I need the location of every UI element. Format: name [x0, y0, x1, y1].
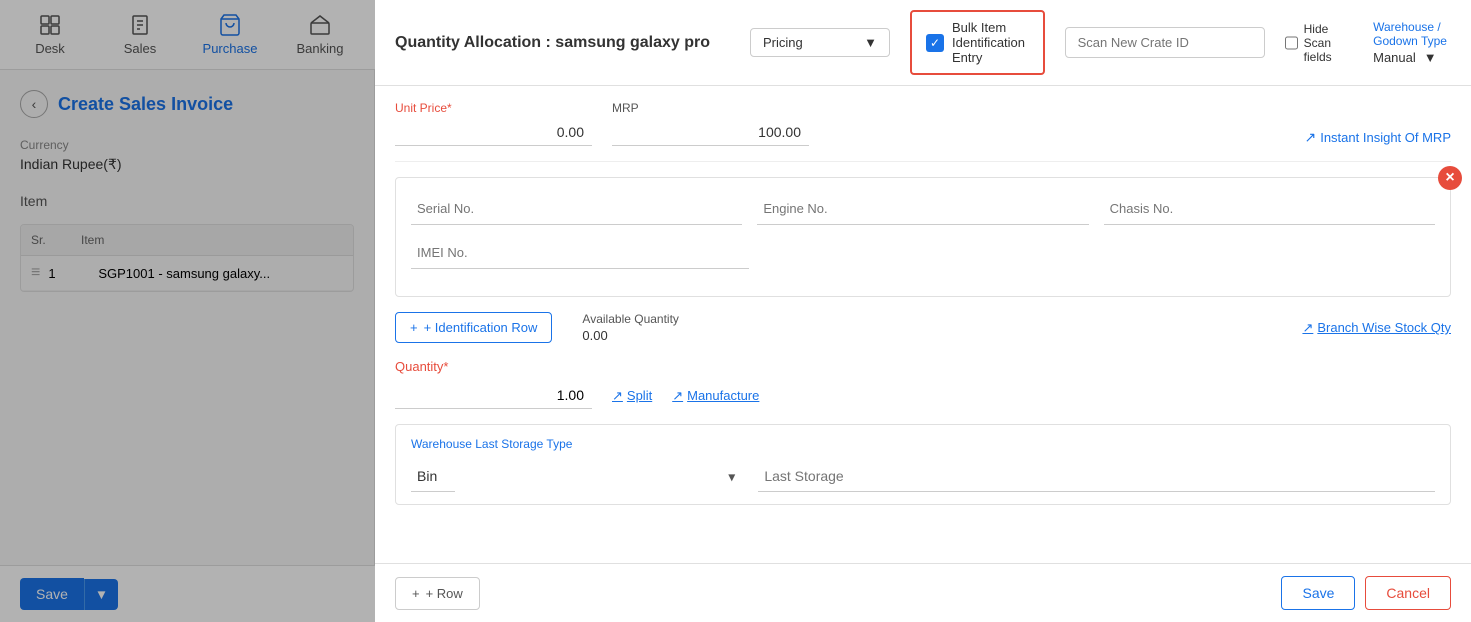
mrp-label: MRP — [612, 101, 809, 115]
serial-no-input[interactable] — [411, 193, 742, 225]
identification-area: × — [395, 177, 1451, 297]
warehouse-storage-title: Warehouse Last Storage Type — [411, 437, 1435, 451]
external-link-icon: ↗ — [1304, 129, 1316, 146]
imei-no-input[interactable] — [411, 237, 749, 269]
warehouse-link[interactable]: Warehouse / Godown Type — [1373, 20, 1451, 48]
manufacture-external-icon: ↗ — [672, 388, 683, 404]
plus-id-icon: + — [410, 320, 418, 335]
unit-price-input[interactable] — [395, 119, 592, 146]
mrp-group: MRP — [612, 101, 809, 146]
pricing-chevron-icon: ▼ — [864, 35, 877, 50]
bin-select[interactable]: Bin Rack Row Shelf — [411, 461, 455, 492]
price-row: Unit Price* MRP ↗ Instant Insight Of MRP — [395, 86, 1451, 162]
bin-select-wrapper: Bin Rack Row Shelf — [411, 461, 743, 492]
bulk-checkbox[interactable]: ✓ — [926, 34, 944, 52]
cancel-button[interactable]: Cancel — [1365, 576, 1451, 610]
quantity-allocation-modal: Quantity Allocation : samsung galaxy pro… — [375, 0, 1471, 622]
modal-title: Quantity Allocation : samsung galaxy pro — [395, 34, 710, 52]
quantity-section: Quantity* ↗ Split ↗ Manufacture — [395, 358, 1451, 409]
hide-scan-checkbox[interactable] — [1285, 35, 1298, 51]
quantity-input-row: ↗ Split ↗ Manufacture — [395, 382, 1451, 409]
hide-scan-label: Hide Scan fields — [1304, 22, 1343, 64]
mrp-input[interactable] — [612, 119, 809, 146]
warehouse-dropdown[interactable]: Manual ▼ — [1373, 50, 1451, 65]
engine-no-input[interactable] — [757, 193, 1088, 225]
external-branch-icon: ↗ — [1302, 320, 1313, 336]
manufacture-link[interactable]: ↗ Manufacture — [672, 388, 759, 404]
split-link[interactable]: ↗ Split — [612, 388, 652, 404]
quantity-label: Quantity* — [395, 359, 448, 374]
footer-actions: Save Cancel — [1281, 576, 1451, 610]
chasis-no-input[interactable] — [1104, 193, 1435, 225]
add-identification-row-button[interactable]: + + Identification Row — [395, 312, 552, 343]
save-button[interactable]: Save — [1281, 576, 1355, 610]
id-fields-row-2 — [411, 237, 1435, 269]
pricing-dropdown[interactable]: Pricing ▼ — [750, 28, 890, 57]
id-fields-row — [411, 193, 1435, 225]
bulk-identification-area: ✓ Bulk Item Identification Entry — [910, 10, 1045, 75]
available-qty-label: Available Quantity — [582, 312, 679, 326]
pricing-label: Pricing — [763, 35, 803, 50]
available-qty-value: 0.00 — [582, 328, 679, 343]
plus-row-icon: + — [412, 586, 420, 601]
modal-footer: + + Row Save Cancel — [375, 563, 1471, 622]
modal-overlay: Quantity Allocation : samsung galaxy pro… — [0, 0, 1471, 622]
last-storage-input[interactable] — [758, 461, 1435, 492]
warehouse-godown-section: Warehouse / Godown Type Manual ▼ — [1373, 20, 1451, 65]
modal-top-bar: Quantity Allocation : samsung galaxy pro… — [375, 0, 1471, 86]
warehouse-value: Manual — [1373, 50, 1416, 65]
bulk-label: Bulk Item Identification Entry — [952, 20, 1029, 65]
instant-insight-link[interactable]: ↗ Instant Insight Of MRP — [1304, 129, 1451, 146]
warehouse-chevron-icon: ▼ — [1424, 50, 1437, 65]
close-identification-button[interactable]: × — [1438, 166, 1462, 190]
add-row-button[interactable]: + + Row — [395, 577, 480, 610]
split-external-icon: ↗ — [612, 388, 623, 404]
scan-crate-input[interactable] — [1065, 27, 1265, 58]
unit-price-label: Unit Price* — [395, 101, 592, 115]
hide-scan-area: Hide Scan fields — [1285, 22, 1343, 64]
warehouse-storage-section: Warehouse Last Storage Type Bin Rack Row… — [395, 424, 1451, 505]
quantity-input[interactable] — [395, 382, 592, 409]
unit-price-group: Unit Price* — [395, 101, 592, 146]
warehouse-fields-row: Bin Rack Row Shelf — [411, 461, 1435, 492]
branch-wise-stock-link[interactable]: ↗ Branch Wise Stock Qty — [1302, 320, 1451, 336]
modal-body: Unit Price* MRP ↗ Instant Insight Of MRP… — [375, 86, 1471, 563]
